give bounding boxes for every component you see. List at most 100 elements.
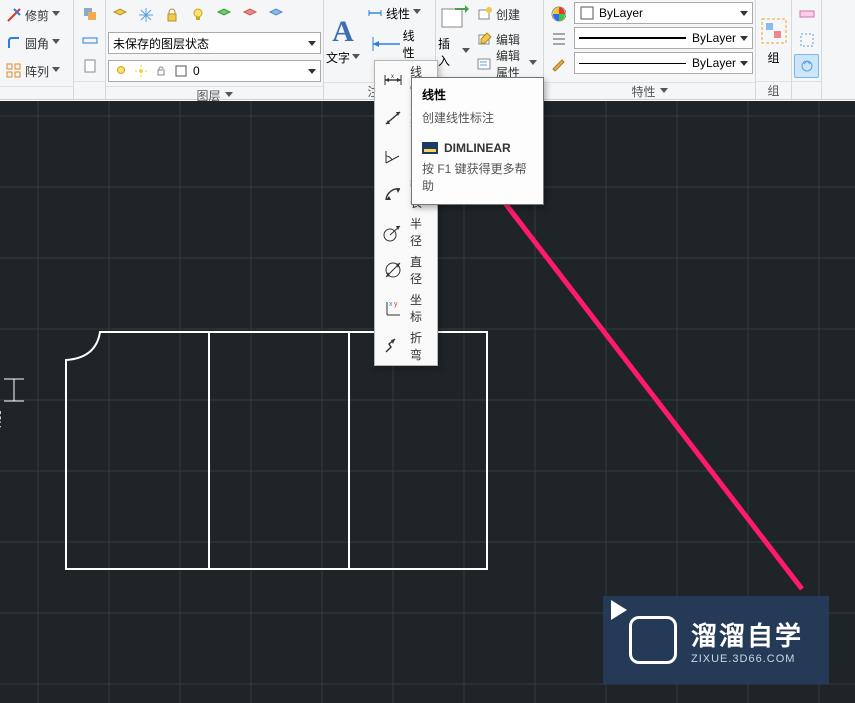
- dim-radius-icon: [382, 220, 404, 244]
- select-icon: [799, 32, 815, 48]
- insert-label[interactable]: 插入: [438, 35, 460, 69]
- selcycle-icon: [799, 58, 815, 74]
- annotation-arrow: [472, 161, 802, 589]
- linetype-combo[interactable]: ByLayer: [574, 52, 753, 74]
- panel-modify: 修剪 圆角 阵列: [0, 0, 74, 99]
- brush-icon: [550, 56, 566, 72]
- misc-btn-2[interactable]: [76, 28, 103, 52]
- dim-linear-icon: [367, 5, 383, 21]
- layer-walk-icon: [268, 7, 284, 23]
- insert-icon[interactable]: [438, 2, 470, 34]
- dim-ordinate-icon: xy: [382, 296, 404, 320]
- chevron-down-icon: [352, 54, 360, 62]
- dim-item-ordinate[interactable]: xy 坐标: [375, 289, 437, 327]
- layer-icon: [112, 7, 128, 23]
- list-button[interactable]: [546, 27, 570, 51]
- play-icon: [629, 616, 677, 664]
- layer-freeze[interactable]: [134, 3, 158, 27]
- dim-value: 7.09: [0, 409, 4, 429]
- layer-on[interactable]: [186, 3, 210, 27]
- chevron-down-icon: [740, 11, 748, 16]
- svg-text:x: x: [389, 301, 393, 308]
- layer-state-combo[interactable]: 未保存的图层状态: [108, 32, 321, 54]
- bulb-icon: [190, 7, 206, 23]
- match-icon: [216, 7, 232, 23]
- dim-aligned-icon: [382, 106, 404, 130]
- watermark: 溜溜自学 ZIXUE.3D66.COM: [603, 596, 829, 684]
- misc-btn-1[interactable]: [76, 2, 103, 26]
- bulb-icon: [113, 63, 129, 79]
- chevron-down-icon: [529, 60, 537, 68]
- group-icon[interactable]: [758, 15, 790, 47]
- chevron-down-icon: [225, 92, 233, 100]
- edit-attr-button[interactable]: 编辑属性: [473, 52, 541, 76]
- svg-text:y: y: [394, 301, 398, 308]
- create-block-icon: [477, 6, 493, 22]
- util-3[interactable]: [794, 54, 819, 78]
- group-label[interactable]: 组: [767, 49, 779, 66]
- fillet-button[interactable]: 圆角: [2, 31, 64, 55]
- dim-item-diameter[interactable]: 直径: [375, 251, 437, 289]
- list-icon: [550, 31, 566, 47]
- lineweight-combo[interactable]: ByLayer: [574, 27, 753, 49]
- text-label[interactable]: 文字: [326, 49, 350, 66]
- misc-btn-3[interactable]: [76, 54, 103, 78]
- text-icon[interactable]: A: [327, 16, 359, 48]
- watermark-url: ZIXUE.3D66.COM: [691, 653, 803, 665]
- layer-combo[interactable]: 0: [108, 60, 321, 82]
- trim-button[interactable]: 修剪: [2, 3, 64, 27]
- array-icon: [6, 63, 22, 79]
- panel-title-props[interactable]: 特性: [544, 82, 755, 100]
- layer-iso-1[interactable]: [108, 3, 132, 27]
- chevron-down-icon: [660, 88, 668, 96]
- tooltip-desc: 创建线性标注: [422, 109, 533, 126]
- svg-text:x: x: [391, 74, 394, 80]
- dim-linear-icon: x: [382, 68, 404, 92]
- layer-walk[interactable]: [264, 3, 288, 27]
- array-label: 阵列: [25, 63, 49, 80]
- dim-item-radius[interactable]: 半径: [375, 213, 437, 251]
- chevron-down-icon: [308, 41, 316, 46]
- layer-lock[interactable]: [160, 3, 184, 27]
- drawing-shape: [66, 332, 487, 569]
- panel-properties: ByLayer ByLayer ByLayer 特性: [544, 0, 756, 99]
- brush-button[interactable]: [546, 52, 570, 76]
- panel-title-modify: [0, 86, 73, 99]
- dim-angular-icon: [382, 144, 404, 168]
- measure2-icon: [799, 6, 815, 22]
- edit-block-icon: [477, 31, 493, 47]
- dim-linear-button[interactable]: 线性: [364, 2, 424, 24]
- dim-arc-icon: [382, 182, 404, 206]
- unlock-icon: [153, 63, 169, 79]
- panel-title-group[interactable]: 组: [756, 81, 791, 99]
- paste-icon: [82, 58, 98, 74]
- trim-label: 修剪: [25, 7, 49, 24]
- chevron-down-icon: [740, 36, 748, 41]
- dim-jogged-icon: [382, 334, 404, 358]
- dim-item-jogged[interactable]: 折弯: [375, 327, 437, 365]
- array-button[interactable]: 阵列: [2, 59, 64, 83]
- fillet-label: 圆角: [25, 35, 49, 52]
- lock-icon: [164, 7, 180, 23]
- panel-group: 组 组: [756, 0, 792, 99]
- layer-state-value: 未保存的图层状态: [113, 35, 209, 52]
- chevron-down-icon: [413, 9, 421, 17]
- watermark-title: 溜溜自学: [691, 616, 803, 653]
- tooltip-help: 按 F1 键获得更多帮助: [422, 160, 533, 194]
- dim-diameter-icon: [382, 258, 404, 282]
- layer-prev[interactable]: [238, 3, 262, 27]
- fillet-icon: [6, 35, 22, 51]
- create-block-button[interactable]: 创建: [473, 2, 541, 26]
- match-prop-button[interactable]: [546, 2, 570, 26]
- layer-match[interactable]: [212, 3, 236, 27]
- util-1[interactable]: [794, 2, 819, 26]
- util-2[interactable]: [794, 28, 819, 52]
- layer-name: 0: [193, 64, 200, 78]
- dim-linear-large[interactable]: 线性: [364, 26, 422, 62]
- color-combo[interactable]: ByLayer: [574, 2, 753, 24]
- layer-prev-icon: [242, 7, 258, 23]
- tooltip: 线性 创建线性标注 DIMLINEAR 按 F1 键获得更多帮助: [411, 77, 544, 205]
- tooltip-cmd: DIMLINEAR: [444, 141, 511, 155]
- command-icon: [422, 140, 438, 156]
- trim-icon: [6, 7, 22, 23]
